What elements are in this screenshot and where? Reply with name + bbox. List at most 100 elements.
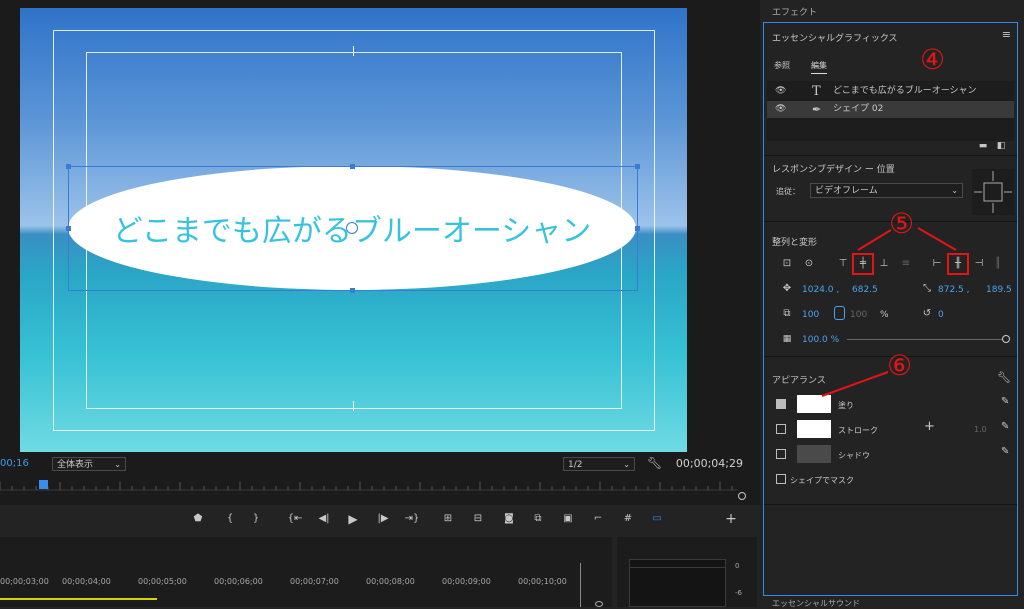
scale-value[interactable]: 100: [802, 310, 819, 320]
meter-line: [629, 567, 726, 568]
eye-icon[interactable]: 👁︎: [775, 83, 786, 100]
handle-bottom-center[interactable]: [350, 288, 355, 293]
align-bottom-icon[interactable]: ⊥: [877, 257, 891, 271]
mark-out-icon[interactable]: }: [247, 510, 265, 528]
tab-browse[interactable]: 参照: [774, 60, 790, 71]
zoom-select-value: 全体表示: [57, 460, 94, 470]
anchor-x-value[interactable]: 872.5 ,: [938, 285, 970, 295]
shadow-color-swatch[interactable]: [797, 445, 831, 463]
handle-top-left[interactable]: [66, 164, 71, 169]
grid-icon[interactable]: #: [619, 510, 637, 528]
meter-label-6: -6: [735, 589, 742, 597]
opacity-slider-thumb[interactable]: [1002, 335, 1010, 343]
fill-checkbox[interactable]: [776, 399, 786, 409]
add-stroke-icon[interactable]: +: [924, 419, 935, 434]
timeline-tick-label: 00;00;04;00: [62, 577, 111, 586]
link-scale-icon[interactable]: [834, 306, 845, 320]
wrench-icon[interactable]: 🔧︎: [997, 371, 1011, 384]
pin-label: 追従：: [776, 187, 800, 196]
tab-edit[interactable]: 編集: [811, 60, 827, 74]
video-frame[interactable]: どこまでも広がるブルーオーシャン: [20, 8, 687, 452]
annotation-5: ⑤: [889, 207, 915, 240]
essential-graphics-panel: エッセンシャルグラフィックス ≡ 参照 編集 👁︎ T どこまでも広がるブルーオ…: [763, 22, 1018, 596]
distribute-horizontal-icon[interactable]: ║: [991, 257, 1005, 271]
marker-icon[interactable]: ⬟: [189, 510, 207, 528]
current-timecode[interactable]: 00;16: [0, 458, 29, 469]
resolution-select[interactable]: 1/2 ⌄: [563, 457, 635, 471]
opacity-slider[interactable]: [847, 339, 1005, 340]
playback-ruler[interactable]: [0, 478, 745, 492]
fill-color-swatch[interactable]: [797, 395, 831, 413]
align-left-icon[interactable]: ⊢: [930, 257, 944, 271]
step-back-icon[interactable]: ◀|: [315, 510, 333, 528]
timeline-tick-label: 00;00;03;00: [0, 577, 49, 586]
new-layer-icon[interactable]: ◧: [994, 139, 1008, 153]
position-y-value[interactable]: 682.5: [852, 285, 878, 295]
anchor-y-value[interactable]: 189.5: [986, 285, 1012, 295]
work-area-bar[interactable]: [0, 598, 157, 600]
go-to-out-icon[interactable]: ⇥}: [403, 510, 421, 528]
align-right-icon[interactable]: ⊣: [972, 257, 986, 271]
stroke-width-value[interactable]: 1.0: [974, 425, 987, 434]
scale-icon: ⧉: [783, 308, 791, 319]
timeline-tick-label: 00;00;08;00: [366, 577, 415, 586]
go-to-in-icon[interactable]: {⇤: [286, 510, 304, 528]
transport-bar: ⬟ { } {⇤ ◀| ▶ |▶ ⇥} ⊞ ⊟ ◙ ⧉ ▣ ⌐ # ▭ +: [0, 505, 760, 533]
safe-margin-toggle-icon[interactable]: ⌐: [589, 510, 607, 528]
chevron-down-icon: ⌄: [114, 460, 121, 469]
layer-row-text[interactable]: 👁︎ T どこまでも広がるブルーオーシャン: [767, 83, 1014, 100]
align-vertical-center-icon[interactable]: ╪: [856, 257, 870, 271]
scale-height-value[interactable]: 100: [850, 310, 867, 320]
layer-row-shape[interactable]: 👁︎ ✒︎ シェイプ 02: [767, 101, 1014, 118]
camera-icon[interactable]: ◙: [500, 510, 518, 528]
mark-in-icon[interactable]: {: [221, 510, 239, 528]
new-folder-icon[interactable]: ▬: [976, 139, 990, 153]
distribute-vertical-icon[interactable]: ≡: [899, 257, 913, 271]
opacity-value[interactable]: 100.0 %: [802, 335, 839, 345]
audio-meter: 0 -6: [617, 537, 757, 607]
overwrite-icon[interactable]: ⊟: [469, 510, 487, 528]
essential-sound-tab[interactable]: エッセンシャルサウンド: [772, 598, 860, 609]
eyedropper-icon[interactable]: ✎: [1001, 446, 1009, 457]
wrench-icon[interactable]: 🔧︎: [647, 456, 662, 470]
vr-video-icon[interactable]: ▭: [648, 510, 666, 528]
handle-top-right[interactable]: [635, 164, 640, 169]
effects-tab[interactable]: エフェクト: [772, 5, 817, 18]
stroke-color-swatch[interactable]: [797, 420, 831, 438]
stroke-checkbox[interactable]: [776, 424, 786, 434]
play-icon[interactable]: ▶: [344, 510, 362, 528]
eyedropper-icon[interactable]: ✎: [1001, 421, 1009, 432]
step-forward-icon[interactable]: |▶: [374, 510, 392, 528]
ruler-end-handle[interactable]: [738, 492, 746, 500]
eyedropper-icon[interactable]: ✎: [1001, 396, 1009, 407]
add-button-icon[interactable]: +: [722, 510, 740, 528]
pin-edges-widget[interactable]: [972, 169, 1014, 215]
zoom-handle[interactable]: [595, 601, 603, 607]
playhead-marker[interactable]: [39, 480, 48, 489]
mask-checkbox[interactable]: [776, 474, 786, 484]
pen-icon: ✒︎: [812, 103, 822, 116]
eye-icon[interactable]: 👁︎: [775, 101, 786, 118]
handle-top-center[interactable]: [350, 164, 355, 169]
timeline-tick-label: 00;00;06;00: [214, 577, 263, 586]
safe-bottom-tick: [353, 401, 354, 411]
panel-menu-icon[interactable]: ≡: [1002, 28, 1011, 41]
program-monitor: どこまでも広がるブルーオーシャン 00;16 全体表示 ⌄ 1/2 ⌄ 🔧︎ 00;…: [0, 0, 760, 505]
anchor-point-icon[interactable]: [346, 222, 358, 234]
annotation-4: ④: [920, 43, 946, 76]
position-x-value[interactable]: 1024.0 ,: [802, 285, 839, 295]
insert-icon[interactable]: ⊞: [439, 510, 457, 528]
align-to-selection-icon[interactable]: ⊙: [802, 257, 816, 271]
zoom-select[interactable]: 全体表示 ⌄: [52, 457, 126, 471]
annotation-6: ⑥: [887, 349, 913, 382]
align-to-frame-icon[interactable]: ⊡: [780, 257, 794, 271]
multicam-icon[interactable]: ▣: [559, 510, 577, 528]
comparison-view-icon[interactable]: ⧉: [529, 510, 547, 528]
shadow-checkbox[interactable]: [776, 449, 786, 459]
meter-label-0: 0: [735, 562, 740, 570]
rotation-value[interactable]: 0: [938, 310, 944, 320]
pin-to-select[interactable]: ビデオフレーム ⌄: [810, 183, 963, 198]
align-horizontal-center-icon[interactable]: ╫: [951, 257, 965, 271]
align-top-icon[interactable]: ⊤: [836, 257, 850, 271]
align-title: 整列と変形: [772, 238, 818, 248]
